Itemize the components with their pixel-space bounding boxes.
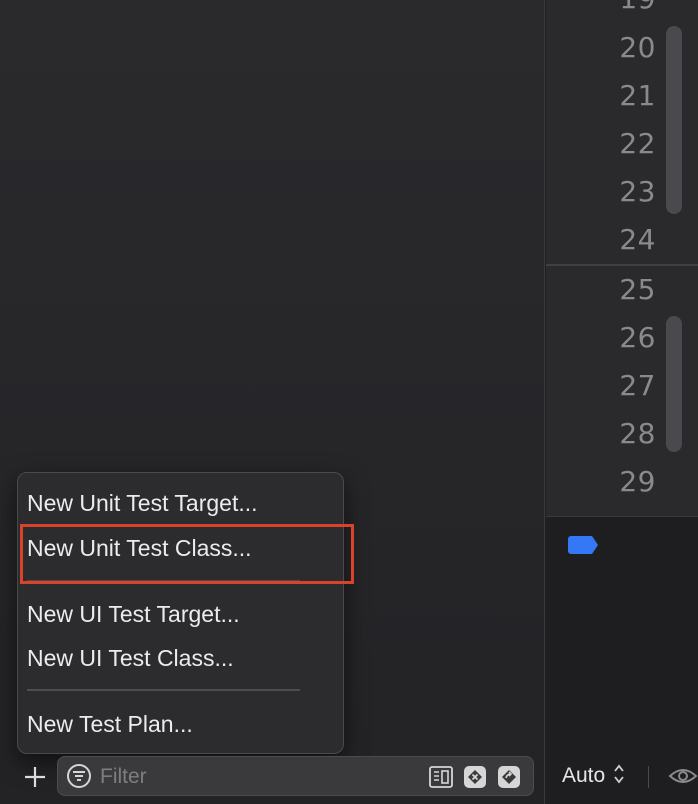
editor-scrollbar-thumb[interactable] (666, 316, 682, 452)
filter-circle-icon[interactable] (66, 763, 92, 794)
line-number: 24 (619, 223, 656, 256)
line-number: 20 (619, 31, 656, 64)
line-number: 28 (619, 417, 656, 450)
plus-icon[interactable] (22, 764, 48, 790)
skipped-tests-icon[interactable] (496, 764, 522, 795)
filter-input[interactable] (98, 762, 412, 792)
highlight-annotation (20, 524, 354, 584)
menu-separator (27, 689, 300, 691)
failed-tests-icon[interactable] (462, 764, 488, 795)
eye-icon[interactable] (668, 764, 698, 793)
line-number: 29 (619, 465, 656, 498)
gutter-divider (546, 264, 698, 266)
line-number: 22 (619, 127, 656, 160)
menu-item-new-test-plan[interactable]: New Test Plan... (27, 711, 193, 738)
up-down-chevron-icon[interactable] (614, 764, 624, 786)
menu-item-new-ui-test-target[interactable]: New UI Test Target... (27, 601, 240, 628)
breakpoint-indicator[interactable] (568, 536, 598, 554)
variables-scope-label[interactable]: Auto (562, 764, 605, 788)
line-number: 21 (619, 79, 656, 112)
line-number: 26 (619, 321, 656, 354)
line-number: 27 (619, 369, 656, 402)
editor-scrollbar-thumb[interactable] (666, 26, 682, 214)
menu-item-new-unit-test-target[interactable]: New Unit Test Target... (27, 490, 258, 517)
test-plan-icon[interactable] (428, 764, 454, 795)
menu-item-new-ui-test-class[interactable]: New UI Test Class... (27, 645, 234, 672)
line-number: 25 (619, 273, 656, 306)
line-number: 19 (600, 0, 656, 15)
line-number: 23 (619, 175, 656, 208)
toolbar-divider (648, 766, 649, 788)
